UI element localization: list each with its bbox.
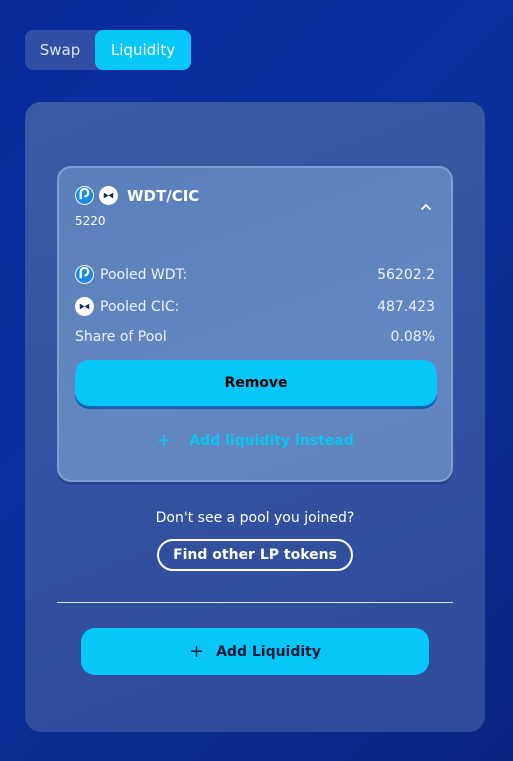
pooled-wdt-value: 56202.2 bbox=[377, 266, 435, 283]
pooled-cic-label: Pooled CIC: bbox=[100, 298, 180, 315]
swap-liquidity-tabs: Swap Liquidity bbox=[25, 30, 191, 70]
remove-button[interactable]: Remove bbox=[75, 360, 437, 406]
add-liquidity-instead-label: Add liquidity instead bbox=[189, 432, 354, 449]
wdt-token-icon bbox=[75, 265, 94, 284]
pooled-cic-value: 487.423 bbox=[377, 298, 435, 315]
liquidity-card: WDT/CIC 5220 Pooled WDT: 56202.2 Pooled … bbox=[25, 102, 485, 732]
cic-token-icon bbox=[75, 297, 94, 316]
add-liquidity-instead-link[interactable]: + Add liquidity instead bbox=[59, 430, 451, 451]
pooled-cic-row: Pooled CIC: 487.423 bbox=[75, 297, 435, 316]
tab-swap[interactable]: Swap bbox=[25, 30, 95, 70]
share-of-pool-value: 0.08% bbox=[390, 329, 435, 345]
chevron-up-icon[interactable] bbox=[419, 200, 433, 214]
lp-balance: 5220 bbox=[75, 214, 106, 228]
find-other-lp-tokens-button[interactable]: Find other LP tokens bbox=[157, 539, 353, 571]
pooled-wdt-row: Pooled WDT: 56202.2 bbox=[75, 265, 435, 284]
tab-liquidity[interactable]: Liquidity bbox=[95, 30, 191, 70]
pair-name: WDT/CIC bbox=[127, 186, 200, 205]
pool-position-card: WDT/CIC 5220 Pooled WDT: 56202.2 Pooled … bbox=[57, 166, 453, 482]
cic-token-icon bbox=[99, 186, 118, 205]
plus-icon: + bbox=[156, 430, 172, 451]
add-liquidity-label: Add Liquidity bbox=[216, 643, 321, 660]
wdt-token-icon bbox=[75, 186, 94, 205]
add-liquidity-button[interactable]: + Add Liquidity bbox=[81, 628, 429, 675]
share-of-pool-label: Share of Pool bbox=[75, 329, 167, 345]
plus-icon: + bbox=[189, 641, 205, 662]
pooled-wdt-label: Pooled WDT: bbox=[100, 266, 188, 283]
share-of-pool-row: Share of Pool 0.08% bbox=[75, 329, 435, 345]
pair-header: WDT/CIC bbox=[75, 186, 199, 205]
dont-see-pool-text: Don't see a pool you joined? bbox=[155, 510, 355, 526]
divider bbox=[57, 602, 453, 603]
